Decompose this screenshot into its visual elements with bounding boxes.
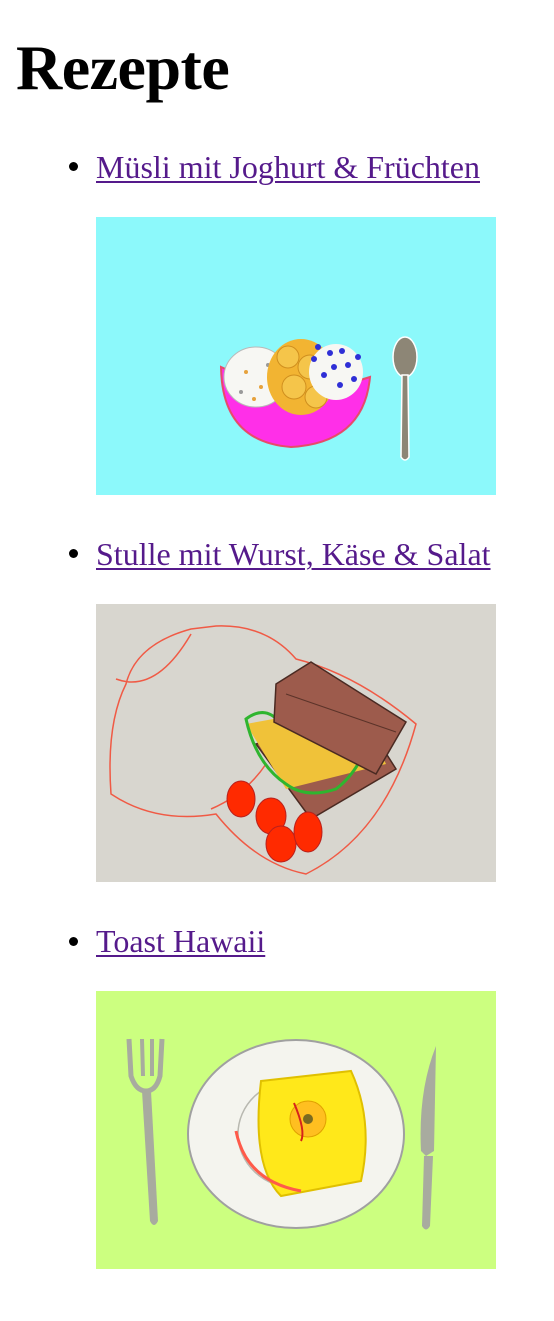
recipe-link-muesli[interactable]: Müsli mit Joghurt & Früchten [96, 147, 480, 187]
list-bullet [69, 162, 78, 171]
toast-hawaii-illustration [96, 991, 496, 1269]
muesli-illustration [96, 217, 496, 495]
page-title: Rezepte [16, 32, 230, 103]
recipe-image-muesli[interactable] [96, 217, 496, 495]
recipe-image-stulle[interactable] [96, 604, 496, 882]
list-bullet [69, 937, 78, 946]
sandwich-illustration [96, 604, 496, 882]
recipe-image-toast-hawaii[interactable] [96, 991, 496, 1269]
list-bullet [69, 549, 78, 558]
recipe-link-stulle[interactable]: Stulle mit Wurst, Käse & Salat [96, 534, 491, 574]
recipe-link-toast-hawaii[interactable]: Toast Hawaii [96, 921, 265, 961]
